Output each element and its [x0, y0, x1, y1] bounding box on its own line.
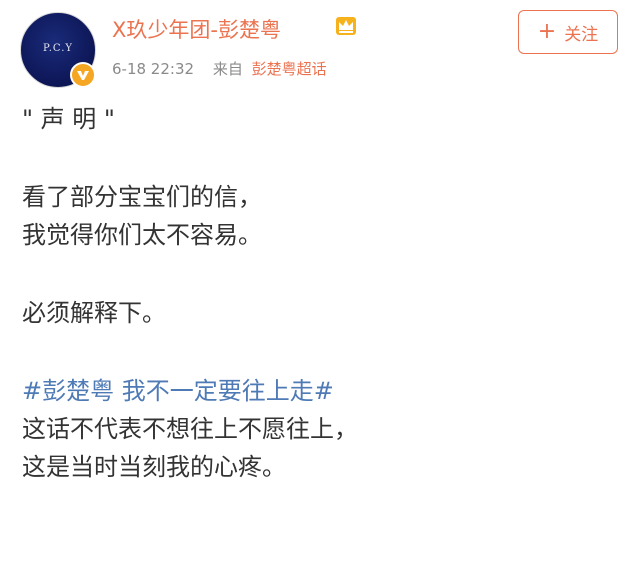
text-line: 这话不代表不想往上不愿往上， — [22, 415, 358, 443]
text-line: " 声 明 " — [22, 105, 115, 133]
text-line: 我觉得你们太不容易。 — [22, 221, 262, 249]
follow-button[interactable]: + 关注 — [518, 10, 618, 54]
username-link[interactable]: X玖少年团-彭楚粤 — [112, 14, 281, 44]
text-line: 必须解释下。 — [22, 299, 166, 327]
post-header: P.C.Y X玖少年团-彭楚粤 6-18 22:32 来自 彭楚粤超话 + 关注 — [0, 0, 640, 90]
post-meta: 6-18 22:32 来自 彭楚粤超话 — [112, 58, 327, 79]
hashtag-link[interactable]: #彭楚粤 我不一定要往上走# — [22, 372, 622, 410]
verified-icon — [70, 62, 96, 88]
post-time[interactable]: 6-18 22:32 — [112, 60, 194, 78]
text-line: 看了部分宝宝们的信， — [22, 183, 262, 211]
from-label: 来自 — [212, 60, 243, 78]
avatar-text: P.C.Y — [43, 43, 73, 54]
source-link[interactable]: 彭楚粤超话 — [252, 60, 327, 78]
post-content: " 声 明 " 看了部分宝宝们的信， 我觉得你们太不容易。 必须解释下。 #彭楚… — [22, 100, 622, 486]
text-line: 这是当时当刻我的心疼。 — [22, 453, 286, 481]
follow-label: 关注 — [564, 24, 599, 45]
crown-icon[interactable] — [335, 16, 357, 36]
plus-icon: + — [537, 19, 557, 44]
